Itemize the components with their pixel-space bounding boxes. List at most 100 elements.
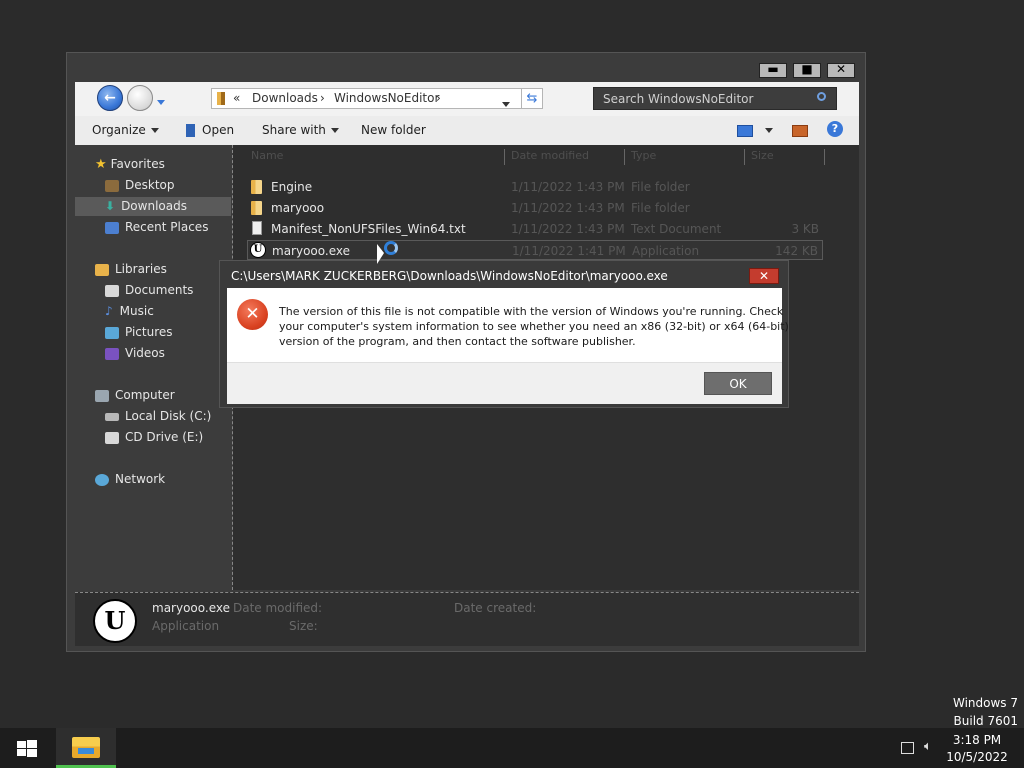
details-date-created-label: Date created: — [454, 601, 537, 615]
clock-time: 3:18 PM — [952, 733, 1002, 747]
folder-icon — [251, 201, 262, 215]
error-icon: ✕ — [237, 299, 268, 330]
recent-pages-dropdown[interactable] — [157, 95, 165, 109]
breadcrumb-windowsnoeditor[interactable]: WindowsNoEditor — [334, 91, 439, 105]
file-name: maryooo — [271, 201, 325, 215]
breadcrumb-separator-icon: › — [436, 91, 441, 105]
breadcrumb-bar[interactable]: « Downloads › WindowsNoEditor › — [211, 88, 543, 109]
file-row-selected[interactable]: U maryooo.exe 1/11/2022 1:41 PM Applicat… — [247, 240, 823, 260]
navigation-pane: ★ Favorites Desktop ⬇ Downloads Recent Pla… — [75, 145, 233, 590]
nav-videos[interactable]: Videos — [105, 344, 165, 363]
nav-label: Computer — [115, 388, 175, 402]
chevron-down-icon — [765, 128, 773, 133]
file-row[interactable]: Engine 1/11/2022 1:43 PM File folder — [247, 177, 823, 197]
column-label: Size — [751, 149, 774, 162]
network-icon — [95, 473, 109, 486]
share-with-button[interactable]: Share with — [262, 123, 339, 137]
nav-desktop[interactable]: Desktop — [105, 176, 175, 195]
open-label: Open — [202, 123, 235, 137]
file-date: 1/11/2022 1:43 PM — [511, 180, 625, 194]
preview-pane-button[interactable] — [792, 123, 808, 137]
refresh-icon: ⇆ — [526, 91, 538, 106]
maximize-button[interactable]: ■ — [793, 62, 821, 78]
nav-label: Music — [119, 304, 154, 318]
breadcrumb-overflow[interactable]: « — [233, 91, 240, 105]
star-icon: ★ — [95, 157, 107, 172]
tray-clock[interactable]: 3:18 PM 10/5/2022 — [944, 732, 1010, 766]
nav-label: Favorites — [110, 157, 165, 171]
column-header-name[interactable]: Name — [247, 149, 505, 165]
details-pane: U maryooo.exe Application Date modified:… — [75, 592, 859, 646]
open-app-icon — [186, 124, 195, 137]
file-type: Text Document — [631, 222, 722, 236]
nav-network[interactable]: Network — [95, 470, 165, 489]
breadcrumb-downloads[interactable]: Downloads — [252, 91, 318, 105]
details-size-label: Size: — [289, 619, 318, 633]
open-button[interactable]: Open — [186, 123, 234, 137]
nav-recent-places[interactable]: Recent Places — [105, 218, 208, 237]
file-row[interactable]: Manifest_NonUFSFiles_Win64.txt 1/11/2022… — [247, 219, 823, 239]
nav-favorites[interactable]: ★ Favorites — [95, 155, 165, 174]
hard-drive-icon — [105, 412, 119, 421]
nav-label: Downloads — [121, 199, 187, 213]
close-window-button[interactable]: ✕ — [827, 62, 855, 78]
close-icon: ✕ — [758, 269, 770, 283]
search-placeholder: Search WindowsNoEditor — [603, 92, 754, 106]
ok-button[interactable]: OK — [704, 372, 772, 395]
taskbar: 🔈︎ 3:18 PM 10/5/2022 — [0, 728, 1024, 768]
search-icon[interactable] — [817, 92, 826, 101]
music-icon: ♪ — [105, 304, 113, 318]
nav-label: Libraries — [115, 262, 167, 276]
nav-label: Local Disk (C:) — [125, 409, 212, 423]
help-button[interactable]: ? — [827, 121, 843, 137]
nav-label: Recent Places — [125, 220, 209, 234]
minimize-button[interactable]: ▬ — [759, 62, 787, 78]
taskbar-explorer-button[interactable] — [56, 728, 116, 768]
start-button[interactable] — [17, 740, 37, 758]
nav-computer[interactable]: Computer — [95, 386, 175, 405]
nav-cd-drive[interactable]: CD Drive (E:) — [105, 428, 203, 447]
file-size: 142 KB — [775, 244, 818, 258]
file-row[interactable]: maryooo 1/11/2022 1:43 PM File folder — [247, 198, 823, 218]
file-name: Engine — [271, 180, 313, 194]
column-header-date-modified[interactable]: Date modified — [507, 149, 625, 165]
windows-logo-icon — [17, 741, 26, 748]
search-box[interactable]: Search WindowsNoEditor — [593, 87, 837, 110]
column-header-size[interactable]: Size — [747, 149, 825, 165]
volume-icon[interactable]: 🔈︎ — [924, 739, 932, 754]
unreal-app-icon: U — [93, 599, 137, 643]
nav-label: Videos — [125, 346, 165, 360]
chevron-down-icon — [150, 128, 159, 133]
organize-label: Organize — [92, 123, 146, 137]
address-row: ← « Downloads › WindowsNoEditor › ⇆ Sear… — [75, 82, 859, 116]
busy-cursor-icon — [384, 241, 398, 255]
new-folder-button[interactable]: New folder — [361, 123, 426, 137]
chevron-down-icon — [330, 128, 339, 133]
change-view-button[interactable] — [737, 123, 773, 137]
error-dialog: C:\Users\MARK ZUCKERBERG\Downloads\Windo… — [219, 260, 789, 408]
windows-logo-icon — [17, 749, 26, 756]
windows-watermark: Windows 7 Build 7601 — [900, 694, 1018, 730]
chevron-down-icon — [502, 102, 510, 107]
organize-button[interactable]: Organize — [92, 123, 159, 137]
text-document-icon — [252, 221, 262, 235]
cd-drive-icon — [105, 431, 119, 444]
file-type: File folder — [631, 201, 690, 215]
forward-button[interactable] — [127, 85, 153, 111]
nav-libraries[interactable]: Libraries — [95, 260, 167, 279]
nav-label: CD Drive (E:) — [125, 430, 204, 444]
libraries-icon — [95, 263, 109, 276]
refresh-button[interactable]: ⇆ — [521, 88, 543, 109]
nav-local-disk[interactable]: Local Disk (C:) — [105, 407, 211, 426]
dialog-close-button[interactable]: ✕ — [749, 268, 779, 284]
network-tray-icon[interactable] — [901, 742, 914, 754]
nav-music[interactable]: ♪ Music — [105, 302, 154, 321]
back-button[interactable]: ← — [97, 85, 123, 111]
address-dropdown[interactable] — [502, 97, 510, 111]
nav-documents[interactable]: Documents — [105, 281, 193, 300]
folder-icon — [217, 92, 225, 105]
column-header-type[interactable]: Type — [627, 149, 745, 165]
nav-pictures[interactable]: Pictures — [105, 323, 173, 342]
nav-downloads[interactable]: ⬇ Downloads — [75, 197, 231, 216]
unreal-app-icon: U — [250, 242, 266, 258]
